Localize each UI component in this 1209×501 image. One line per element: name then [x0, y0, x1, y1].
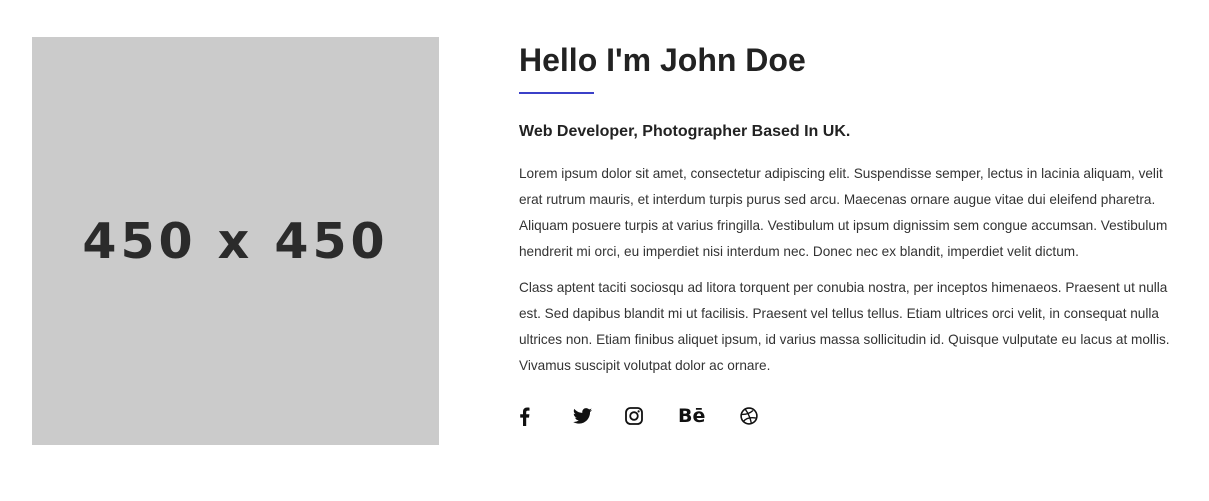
dribbble-link[interactable] — [740, 403, 770, 429]
about-section: Hello I'm John Doe Web Developer, Photog… — [519, 37, 1179, 429]
facebook-link[interactable] — [519, 403, 573, 429]
about-paragraph-1: Lorem ipsum dolor sit amet, consectetur … — [519, 166, 1168, 259]
instagram-link[interactable] — [625, 403, 678, 429]
behance-icon: Bē — [678, 405, 706, 427]
facebook-icon — [519, 407, 530, 426]
title-underline-divider — [519, 92, 594, 94]
about-subtitle: Web Developer, Photographer Based In UK. — [519, 123, 851, 140]
twitter-link[interactable] — [573, 403, 625, 429]
profile-image-placeholder: 450 x 450 — [32, 37, 439, 445]
page-title: Hello I'm John Doe — [519, 42, 806, 78]
behance-link[interactable]: Bē — [678, 403, 740, 429]
social-links: Bē — [519, 403, 1179, 429]
dribbble-icon — [740, 407, 758, 425]
placeholder-dimensions-label: 450 x 450 — [82, 212, 389, 270]
about-paragraph-2: Class aptent taciti sociosqu ad litora t… — [519, 280, 1170, 373]
twitter-icon — [573, 408, 592, 424]
instagram-icon — [625, 407, 643, 425]
